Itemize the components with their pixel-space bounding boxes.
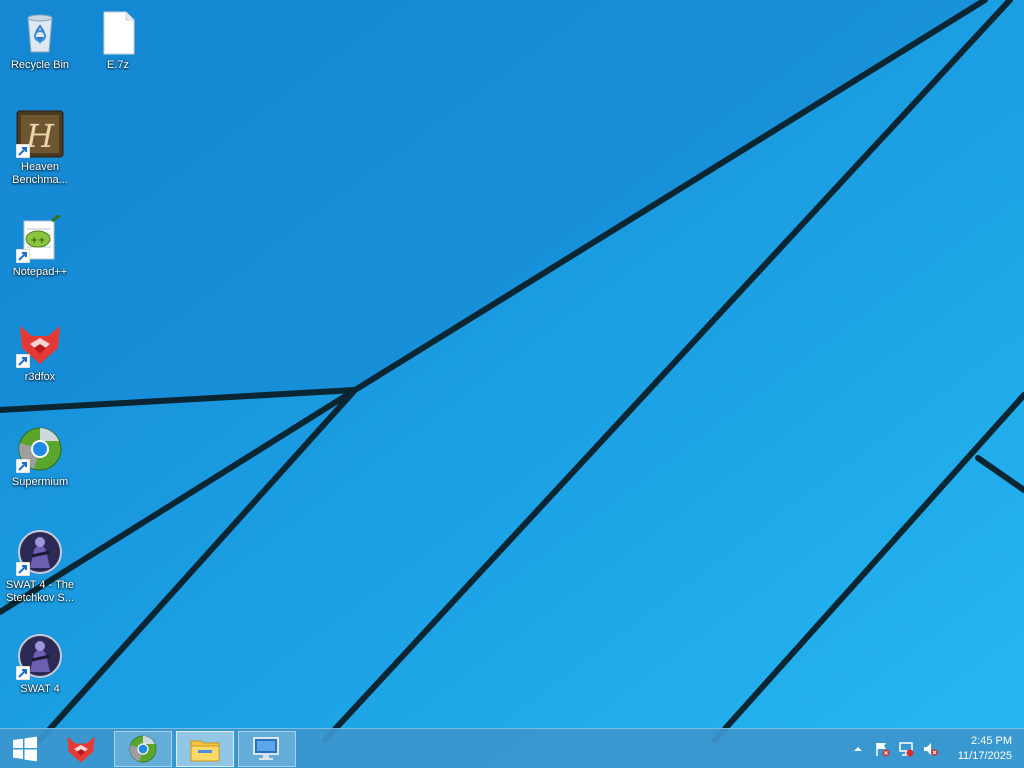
folder-icon <box>190 740 220 762</box>
start-button[interactable] <box>0 729 50 768</box>
desktop-icon-recycle-bin[interactable]: Recycle Bin <box>0 8 80 72</box>
desktop-icon-r3dfox[interactable]: r3dfox <box>0 320 80 384</box>
swat4-icon <box>16 632 64 680</box>
taskbar: 2:45 PM 11/17/2025 <box>0 728 1024 768</box>
monitor-icon <box>253 737 279 760</box>
shortcut-arrow-icon <box>16 144 30 158</box>
r3dfox-icon <box>67 736 95 763</box>
r3dfox-icon <box>16 320 64 368</box>
desktop-icon-supermium[interactable]: Supermium <box>0 425 80 489</box>
supermium-icon <box>129 735 157 763</box>
desktop-icon-label: SWAT 4 - The Stetchkov S... <box>5 579 75 604</box>
desktop-icon-label: Heaven Benchma... <box>12 161 68 186</box>
supermium-icon <box>16 425 64 473</box>
shortcut-arrow-icon <box>16 249 30 263</box>
desktop-icon-label: SWAT 4 <box>20 683 60 695</box>
desktop-icon-label: Supermium <box>11 476 69 488</box>
desktop-icon-heaven-benchmark[interactable]: H Heaven Benchma... <box>0 110 80 187</box>
desktop-icon-label: r3dfox <box>24 371 56 383</box>
shortcut-arrow-icon <box>16 562 30 576</box>
shortcut-arrow-icon <box>16 459 30 473</box>
volume-muted-icon[interactable] <box>922 741 938 757</box>
heaven-benchmark-icon: H <box>16 110 64 158</box>
notepad-plus-plus-icon: ++ <box>16 215 64 263</box>
windows-logo-icon <box>13 736 37 762</box>
shortcut-arrow-icon <box>16 354 30 368</box>
desktop-icon-label: Recycle Bin <box>10 59 70 71</box>
clock-date: 11/17/2025 <box>957 750 1012 762</box>
recycle-bin-icon <box>16 8 64 56</box>
desktop-icon-swat4-stetchkov[interactable]: SWAT 4 - The Stetchkov S... <box>0 528 80 605</box>
svg-text:++: ++ <box>30 236 45 246</box>
clock-time: 2:45 PM <box>971 735 1012 747</box>
taskbar-button-r3dfox[interactable] <box>52 731 110 767</box>
desktop-icon-notepad-plus-plus[interactable]: ++ Notepad++ <box>0 215 80 279</box>
action-center-flag-icon[interactable] <box>874 741 890 757</box>
desktop-icon-label: E.7z <box>106 59 129 71</box>
desktop-icon-label: Notepad++ <box>12 266 68 278</box>
swat4-icon <box>16 528 64 576</box>
desktop[interactable]: Recycle Bin E.7z H Heaven Benchma... ++ … <box>0 0 1024 768</box>
taskbar-button-supermium[interactable] <box>114 731 172 767</box>
desktop-icon-e7z[interactable]: E.7z <box>78 8 158 72</box>
file-icon <box>94 8 142 56</box>
clock[interactable]: 2:45 PM 11/17/2025 <box>942 734 1012 764</box>
network-icon[interactable] <box>898 741 914 757</box>
chevron-up-icon[interactable] <box>850 741 866 757</box>
taskbar-button-file-explorer[interactable] <box>176 731 234 767</box>
desktop-icon-swat4[interactable]: SWAT 4 <box>0 632 80 696</box>
wallpaper <box>0 0 1024 768</box>
taskbar-button-remote-desktop[interactable] <box>238 731 296 767</box>
shortcut-arrow-icon <box>16 666 30 680</box>
